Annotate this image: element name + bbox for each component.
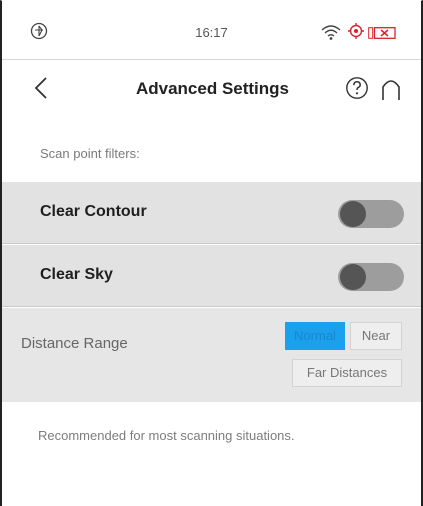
help-circle-icon (346, 77, 368, 99)
filter-label: Clear Sky (40, 266, 113, 283)
filter-label: Clear Contour (40, 203, 147, 220)
distance-range-label: Distance Range (21, 335, 128, 352)
header-bar: Advanced Settings (2, 61, 421, 117)
status-bar: 16:17 (2, 0, 421, 60)
filter-row-clear-contour: Clear Contour (2, 182, 421, 244)
help-button[interactable] (345, 76, 369, 100)
clear-contour-toggle[interactable] (338, 200, 404, 228)
distance-range-row: Distance Range Normal Near Far Distances (2, 308, 421, 402)
distance-option-far[interactable]: Far Distances (292, 359, 402, 387)
distance-option-near[interactable]: Near (350, 322, 402, 350)
filter-row-clear-sky: Clear Sky (2, 245, 421, 307)
wifi-icon (320, 23, 342, 41)
distance-description: Recommended for most scanning situations… (38, 428, 295, 443)
clear-sky-toggle[interactable] (338, 263, 404, 291)
toggle-knob (340, 264, 366, 290)
battery-low-icon (368, 26, 396, 39)
distance-option-normal[interactable]: Normal (285, 322, 345, 350)
home-button[interactable] (380, 77, 402, 101)
toggle-knob (340, 201, 366, 227)
gps-target-icon (347, 22, 365, 40)
home-icon (382, 80, 400, 100)
section-label-scan-filters: Scan point filters: (40, 146, 140, 161)
